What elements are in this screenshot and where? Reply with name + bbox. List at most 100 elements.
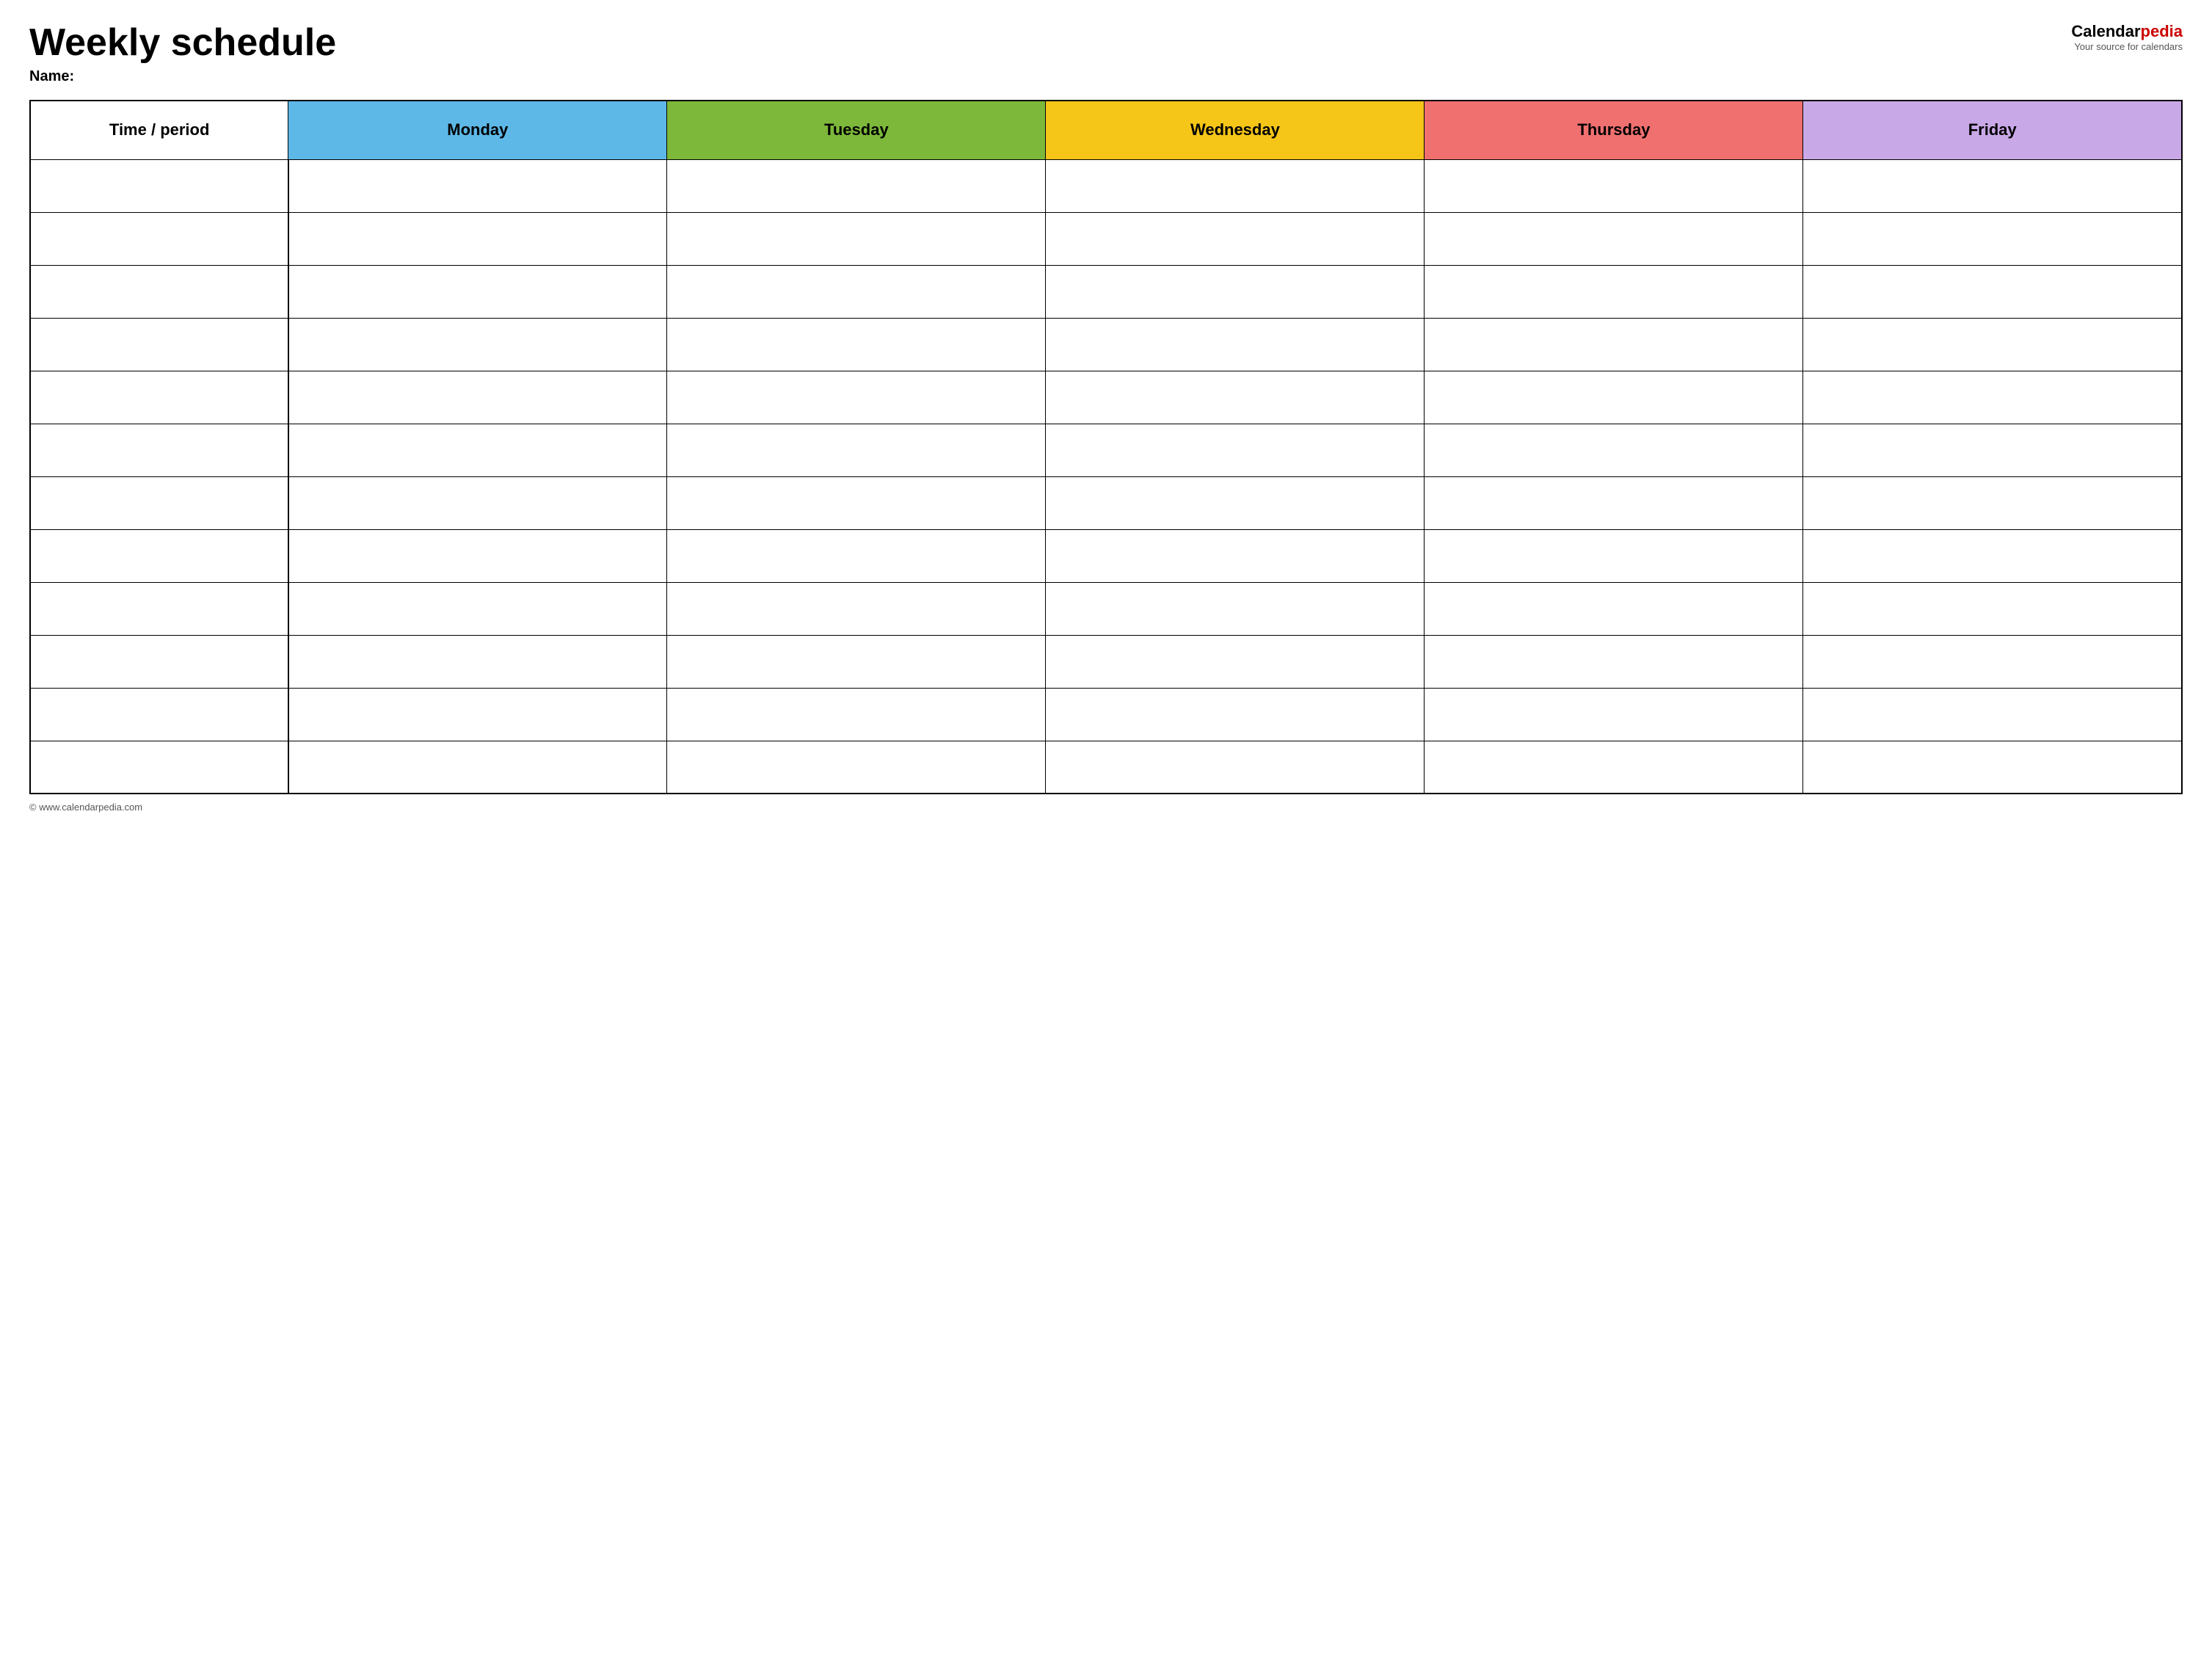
- schedule-cell[interactable]: [1425, 371, 1803, 424]
- schedule-cell[interactable]: [1803, 476, 2182, 529]
- title-section: Weekly schedule Name:: [29, 22, 336, 85]
- schedule-cell[interactable]: [1803, 371, 2182, 424]
- schedule-cell[interactable]: [1425, 688, 1803, 741]
- schedule-cell[interactable]: [288, 371, 667, 424]
- page-title: Weekly schedule: [29, 22, 336, 64]
- schedule-cell[interactable]: [667, 371, 1046, 424]
- schedule-cell[interactable]: [288, 582, 667, 635]
- schedule-cell[interactable]: [1425, 635, 1803, 688]
- logo-section: Calendarpedia Your source for calendars: [2071, 22, 2183, 52]
- col-header-monday: Monday: [288, 101, 667, 159]
- time-cell[interactable]: [30, 741, 288, 794]
- schedule-cell[interactable]: [1803, 318, 2182, 371]
- logo-calendar: Calendar: [2071, 22, 2140, 40]
- schedule-cell[interactable]: [1425, 582, 1803, 635]
- schedule-cell[interactable]: [1803, 582, 2182, 635]
- page-header: Weekly schedule Name: Calendarpedia Your…: [29, 22, 2183, 85]
- schedule-cell[interactable]: [667, 212, 1046, 265]
- schedule-cell[interactable]: [288, 741, 667, 794]
- schedule-cell[interactable]: [288, 159, 667, 212]
- schedule-cell[interactable]: [288, 688, 667, 741]
- schedule-cell[interactable]: [667, 159, 1046, 212]
- time-cell[interactable]: [30, 424, 288, 476]
- schedule-cell[interactable]: [1046, 265, 1425, 318]
- schedule-cell[interactable]: [1046, 212, 1425, 265]
- schedule-cell[interactable]: [1803, 635, 2182, 688]
- schedule-cell[interactable]: [1803, 741, 2182, 794]
- schedule-cell[interactable]: [667, 688, 1046, 741]
- schedule-cell[interactable]: [1803, 212, 2182, 265]
- schedule-cell[interactable]: [667, 424, 1046, 476]
- time-cell[interactable]: [30, 265, 288, 318]
- schedule-cell[interactable]: [1046, 476, 1425, 529]
- table-header-row: Time / period Monday Tuesday Wednesday T…: [30, 101, 2182, 159]
- footer: © www.calendarpedia.com: [29, 802, 2183, 813]
- table-row: [30, 371, 2182, 424]
- time-cell[interactable]: [30, 529, 288, 582]
- schedule-cell[interactable]: [1046, 741, 1425, 794]
- table-row: [30, 582, 2182, 635]
- name-label: Name:: [29, 68, 336, 85]
- table-row: [30, 529, 2182, 582]
- schedule-cell[interactable]: [1046, 424, 1425, 476]
- table-row: [30, 212, 2182, 265]
- time-cell[interactable]: [30, 688, 288, 741]
- schedule-cell[interactable]: [1803, 265, 2182, 318]
- schedule-cell[interactable]: [288, 424, 667, 476]
- table-row: [30, 424, 2182, 476]
- logo-subtitle: Your source for calendars: [2074, 41, 2183, 52]
- schedule-cell[interactable]: [1425, 476, 1803, 529]
- schedule-cell[interactable]: [1425, 265, 1803, 318]
- time-cell[interactable]: [30, 476, 288, 529]
- time-cell[interactable]: [30, 582, 288, 635]
- col-header-thursday: Thursday: [1425, 101, 1803, 159]
- time-cell[interactable]: [30, 212, 288, 265]
- schedule-cell[interactable]: [288, 529, 667, 582]
- time-cell[interactable]: [30, 159, 288, 212]
- schedule-cell[interactable]: [667, 318, 1046, 371]
- schedule-cell[interactable]: [1803, 529, 2182, 582]
- schedule-cell[interactable]: [1425, 424, 1803, 476]
- time-cell[interactable]: [30, 371, 288, 424]
- col-header-tuesday: Tuesday: [667, 101, 1046, 159]
- schedule-cell[interactable]: [1425, 212, 1803, 265]
- table-row: [30, 159, 2182, 212]
- schedule-cell[interactable]: [1046, 371, 1425, 424]
- schedule-cell[interactable]: [1046, 582, 1425, 635]
- table-row: [30, 688, 2182, 741]
- col-header-wednesday: Wednesday: [1046, 101, 1425, 159]
- schedule-cell[interactable]: [667, 741, 1046, 794]
- schedule-cell[interactable]: [1425, 529, 1803, 582]
- schedule-cell[interactable]: [288, 476, 667, 529]
- schedule-cell[interactable]: [667, 635, 1046, 688]
- table-row: [30, 318, 2182, 371]
- schedule-cell[interactable]: [288, 635, 667, 688]
- table-row: [30, 741, 2182, 794]
- col-header-time: Time / period: [30, 101, 288, 159]
- schedule-cell[interactable]: [667, 582, 1046, 635]
- footer-url: © www.calendarpedia.com: [29, 802, 142, 813]
- table-row: [30, 635, 2182, 688]
- table-row: [30, 265, 2182, 318]
- schedule-cell[interactable]: [1803, 159, 2182, 212]
- schedule-cell[interactable]: [288, 212, 667, 265]
- schedule-cell[interactable]: [1046, 159, 1425, 212]
- schedule-cell[interactable]: [1046, 688, 1425, 741]
- schedule-cell[interactable]: [1425, 159, 1803, 212]
- schedule-cell[interactable]: [1046, 635, 1425, 688]
- time-cell[interactable]: [30, 635, 288, 688]
- schedule-cell[interactable]: [1046, 318, 1425, 371]
- schedule-cell[interactable]: [288, 318, 667, 371]
- schedule-cell[interactable]: [1425, 318, 1803, 371]
- schedule-cell[interactable]: [288, 265, 667, 318]
- time-cell[interactable]: [30, 318, 288, 371]
- schedule-cell[interactable]: [667, 476, 1046, 529]
- schedule-cell[interactable]: [667, 265, 1046, 318]
- schedule-cell[interactable]: [1046, 529, 1425, 582]
- schedule-cell[interactable]: [1803, 688, 2182, 741]
- col-header-friday: Friday: [1803, 101, 2182, 159]
- schedule-table: Time / period Monday Tuesday Wednesday T…: [29, 100, 2183, 794]
- schedule-cell[interactable]: [667, 529, 1046, 582]
- schedule-cell[interactable]: [1803, 424, 2182, 476]
- schedule-cell[interactable]: [1425, 741, 1803, 794]
